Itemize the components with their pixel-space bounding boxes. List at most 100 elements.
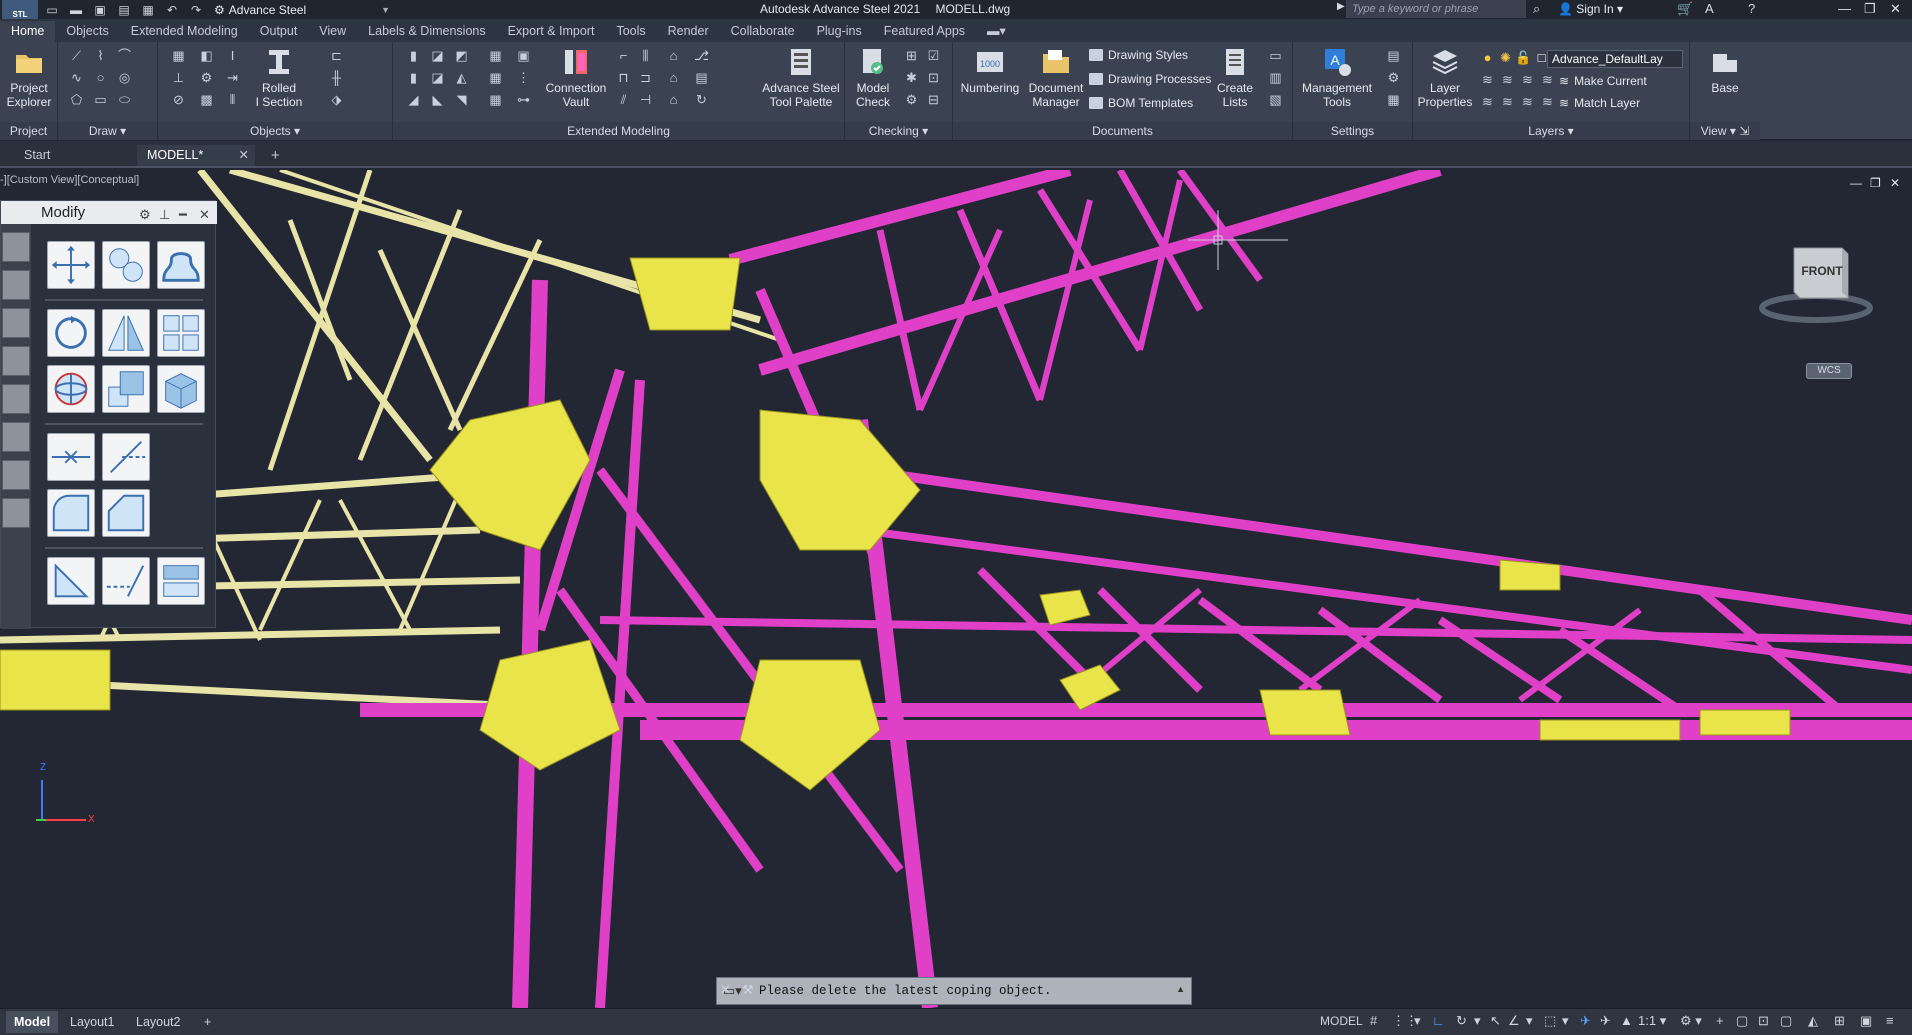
help-icon[interactable]: ? [1748,1,1755,16]
check-6-icon[interactable]: ⊟ [925,92,942,107]
workspace-gear-icon[interactable]: ⚙ ▾ [1680,1013,1702,1029]
category-block-icon[interactable] [2,422,30,452]
lineweight-icon[interactable]: ▾ [1562,1013,1569,1029]
command-line[interactable]: ▭▾ Please delete the latest coping objec… [716,977,1192,1005]
close-command-line-icon[interactable]: ✕ [720,982,731,998]
annotation-visibility-icon[interactable]: ✈ [1580,1013,1591,1029]
circle-icon[interactable]: ○ [92,70,109,85]
joint-6-icon[interactable]: ◭ [453,70,470,85]
new-tab-button[interactable]: + [265,145,291,166]
cage-icon[interactable]: ⌂ [665,92,682,107]
export-icon[interactable]: ▧ [1267,92,1284,107]
joint-1-icon[interactable]: ▮ [405,48,422,63]
pattern-2-icon[interactable]: ▦ [487,70,504,85]
light-bulb-icon[interactable]: ● [1479,50,1496,65]
autodesk-app-icon[interactable]: A [1705,1,1714,16]
drawing-processes-button[interactable]: Drawing Processes [1089,72,1211,86]
rectangle-icon[interactable]: ▭ [92,92,109,107]
cart-icon[interactable]: 🛒 [1677,1,1693,17]
polyline-icon[interactable]: ⌇ [92,48,109,63]
workspace-switcher[interactable]: ⚙ Advance Steel ▼ [210,2,390,18]
layer-tool-6-icon[interactable]: ≋ [1499,94,1516,109]
palette-minimize-icon[interactable]: ━ [179,203,187,226]
layer-tool-4-icon[interactable]: ≋ [1539,72,1556,87]
viewcube[interactable]: FRONT [1758,242,1874,326]
redo-icon[interactable]: ↷ [186,2,206,18]
tab-extended-modeling[interactable]: Extended Modeling [120,21,249,42]
auto-scale-icon[interactable]: ✈ [1600,1013,1611,1029]
line-icon[interactable]: ⟋ [68,48,85,63]
object-snap-tracking-icon[interactable]: ∠ [1508,1013,1520,1029]
pin-icon[interactable]: ⊥ [159,203,170,226]
plate-icon[interactable]: ◧ [198,48,215,63]
project-explorer-button[interactable]: Project Explorer [4,46,54,109]
grating-icon[interactable]: ▤ [693,70,710,85]
joint-5-icon[interactable]: ◪ [429,70,446,85]
clean-screen-icon[interactable]: ▣ [1860,1013,1872,1029]
bracing-icon[interactable]: ⊐ [637,70,654,85]
viewport-close-icon[interactable]: ✕ [1890,176,1900,190]
open-file-icon[interactable]: ▬ [66,2,86,18]
connection-vault-button[interactable]: Connection Vault [541,46,611,109]
tab-start[interactable]: Start [14,145,114,166]
osnap-dropdown-icon[interactable]: ▾ [1526,1013,1533,1029]
palette-close-icon[interactable]: ✕ [199,203,210,226]
house-icon[interactable]: ⌂ [665,48,682,63]
tab-tools[interactable]: Tools [605,21,656,42]
break-tool-icon[interactable] [47,433,95,481]
snap-dropdown-icon[interactable]: ▾ [1414,1013,1421,1029]
model-space-toggle[interactable]: MODEL [1320,1014,1363,1028]
chamfer-tool-icon[interactable] [102,489,150,537]
check-3-icon[interactable]: ✱ [903,70,920,85]
ellipse-icon[interactable]: ◎ [116,70,133,85]
lengthen-tool-icon[interactable] [102,557,150,605]
app-logo[interactable]: STL [2,0,38,19]
make-current-button[interactable]: ≋ Make Current [1559,74,1647,88]
special-part-icon[interactable]: ⬗ [328,92,345,107]
category-pencil-icon[interactable] [2,232,30,262]
tab-view[interactable]: View [308,21,357,42]
check-1-icon[interactable]: ⊞ [903,48,920,63]
settings-3-icon[interactable]: ▦ [1385,92,1402,107]
isolate-objects-icon[interactable]: ◭ [1808,1013,1818,1029]
purlin-icon[interactable]: ⊣ [637,92,654,107]
palette-settings-icon[interactable]: ⚙ [139,203,151,226]
ortho-mode-icon[interactable]: ∟ [1432,1013,1445,1028]
current-layer-dropdown[interactable]: Advance_DefaultLay [1547,50,1683,68]
joint-7-icon[interactable]: ◢ [405,92,422,107]
match-layer-button[interactable]: ≋ Match Layer [1559,96,1640,110]
joint-8-icon[interactable]: ◣ [429,92,446,107]
frame-icon[interactable]: ⊓ [615,70,632,85]
truss-icon[interactable]: ⫽ [615,92,632,107]
grid-icon[interactable]: ▦ [170,48,187,63]
tab-labels-dimensions[interactable]: Labels & Dimensions [357,21,496,42]
panel-label-checking[interactable]: Checking ▾ [845,122,952,140]
arc-icon[interactable]: ⌒ [116,48,133,63]
weld-icon[interactable]: ▩ [198,92,215,107]
management-tools-button[interactable]: A Management Tools [1297,46,1377,109]
annotation-scale-icon[interactable]: ▲ [1620,1013,1633,1028]
command-expand-icon[interactable]: ▲ [1176,984,1185,994]
offset-tool-icon[interactable] [157,241,205,289]
tab-modell[interactable]: MODELL* ✕ [137,145,255,166]
category-dimension-icon[interactable] [2,346,30,376]
joint-2-icon[interactable]: ◪ [429,48,446,63]
layer-tool-7-icon[interactable]: ≋ [1519,94,1536,109]
new-file-icon[interactable]: ▭ [42,2,62,18]
check-5-icon[interactable]: ⚙ [903,92,920,107]
layer-tool-8-icon[interactable]: ≋ [1539,94,1556,109]
tab-featured-apps[interactable]: Featured Apps [873,21,976,42]
joint-3-icon[interactable]: ◩ [453,48,470,63]
tab-render[interactable]: Render [657,21,720,42]
pattern-3-icon[interactable]: ▦ [487,92,504,107]
ellipse-arc-icon[interactable]: ⬭ [116,92,133,107]
hardware-acceleration-icon[interactable]: ⊞ [1834,1013,1845,1029]
settings-1-icon[interactable]: ▤ [1385,48,1402,63]
drawing-styles-button[interactable]: Drawing Styles [1089,48,1188,62]
shorten-icon[interactable]: ⇥ [224,70,241,85]
search-icon[interactable]: ⌕ [1533,1,1540,17]
lock-ui-icon[interactable]: ▢ [1780,1013,1792,1029]
layer-tool-5-icon[interactable]: ≋ [1479,94,1496,109]
plot-icon[interactable]: ▦ [138,2,158,18]
document-manager-button[interactable]: Document Manager [1023,46,1089,109]
